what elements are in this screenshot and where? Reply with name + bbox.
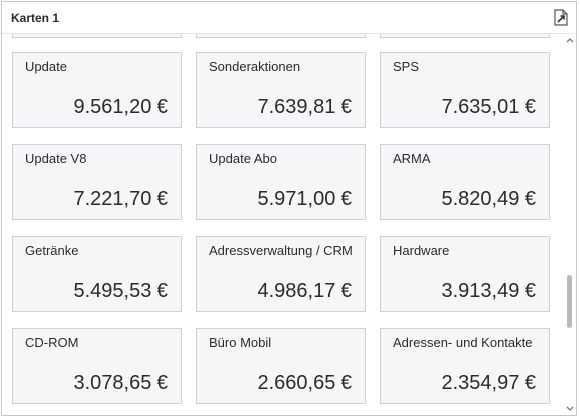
kpi-card[interactable]: Getränke 5.495,53 € bbox=[12, 236, 182, 312]
export-icon bbox=[554, 9, 568, 26]
card-value: 3.913,49 € bbox=[441, 280, 536, 302]
card-value: 5.495,53 € bbox=[73, 280, 168, 302]
kpi-card[interactable]: Adressverwaltung / CRM 4.986,17 € bbox=[196, 236, 366, 312]
kpi-card[interactable] bbox=[196, 34, 366, 38]
kpi-card[interactable]: Hardware 3.913,49 € bbox=[380, 236, 550, 312]
cards-panel: Karten 1 Update 9.561,20 € Sonderaktionen 7… bbox=[1, 1, 577, 416]
kpi-card[interactable]: Update 9.561,20 € bbox=[12, 52, 182, 128]
card-label: Sonderaktionen bbox=[209, 59, 301, 74]
card-value: 4.986,17 € bbox=[257, 280, 352, 302]
kpi-card[interactable]: CD-ROM 3.078,65 € bbox=[12, 328, 182, 404]
card-value: 7.635,01 € bbox=[441, 96, 536, 118]
panel-title: Karten 1 bbox=[11, 11, 60, 25]
card-value: 9.561,20 € bbox=[73, 96, 168, 118]
card-label: SPS bbox=[393, 59, 420, 74]
card-value: 7.639,81 € bbox=[257, 96, 352, 118]
kpi-card[interactable]: Update Abo 5.971,00 € bbox=[196, 144, 366, 220]
kpi-card[interactable]: ARMA 5.820,49 € bbox=[380, 144, 550, 220]
kpi-card[interactable] bbox=[380, 34, 550, 38]
card-value: 2.354,97 € bbox=[441, 372, 536, 394]
card-value: 5.820,49 € bbox=[441, 188, 536, 210]
kpi-card[interactable]: Update V8 7.221,70 € bbox=[12, 144, 182, 220]
card-grid: Update 9.561,20 € Sonderaktionen 7.639,81 €… bbox=[2, 34, 564, 415]
card-value: 3.078,65 € bbox=[73, 372, 168, 394]
card-value: 5.971,00 € bbox=[257, 188, 352, 210]
card-label: Adressen- und Kontakte bbox=[393, 335, 533, 350]
card-label: ARMA bbox=[393, 151, 431, 166]
scroll-up-icon[interactable] bbox=[564, 36, 576, 45]
card-label: Update Abo bbox=[209, 151, 277, 166]
scroll-down-icon[interactable] bbox=[564, 404, 576, 413]
card-value: 2.660,65 € bbox=[257, 372, 352, 394]
card-label: Getränke bbox=[25, 243, 79, 258]
card-value: 7.221,70 € bbox=[73, 188, 168, 210]
kpi-card[interactable]: SPS 7.635,01 € bbox=[380, 52, 550, 128]
card-label: Adressverwaltung / CRM bbox=[209, 243, 353, 258]
card-label: CD-ROM bbox=[25, 335, 79, 350]
card-label: Büro Mobil bbox=[209, 335, 272, 350]
card-label: Update V8 bbox=[25, 151, 87, 166]
scrollbar-thumb[interactable] bbox=[567, 275, 572, 328]
export-button[interactable] bbox=[553, 9, 569, 26]
kpi-card[interactable]: Adressen- und Kontakte 2.354,97 € bbox=[380, 328, 550, 404]
card-label: Update bbox=[25, 59, 67, 74]
kpi-card[interactable]: Sonderaktionen 7.639,81 € bbox=[196, 52, 366, 128]
kpi-card[interactable]: Büro Mobil 2.660,65 € bbox=[196, 328, 366, 404]
vertical-scrollbar[interactable] bbox=[564, 34, 576, 415]
card-label: Hardware bbox=[393, 243, 450, 258]
panel-header: Karten 1 bbox=[2, 2, 576, 34]
kpi-card[interactable] bbox=[12, 34, 182, 38]
